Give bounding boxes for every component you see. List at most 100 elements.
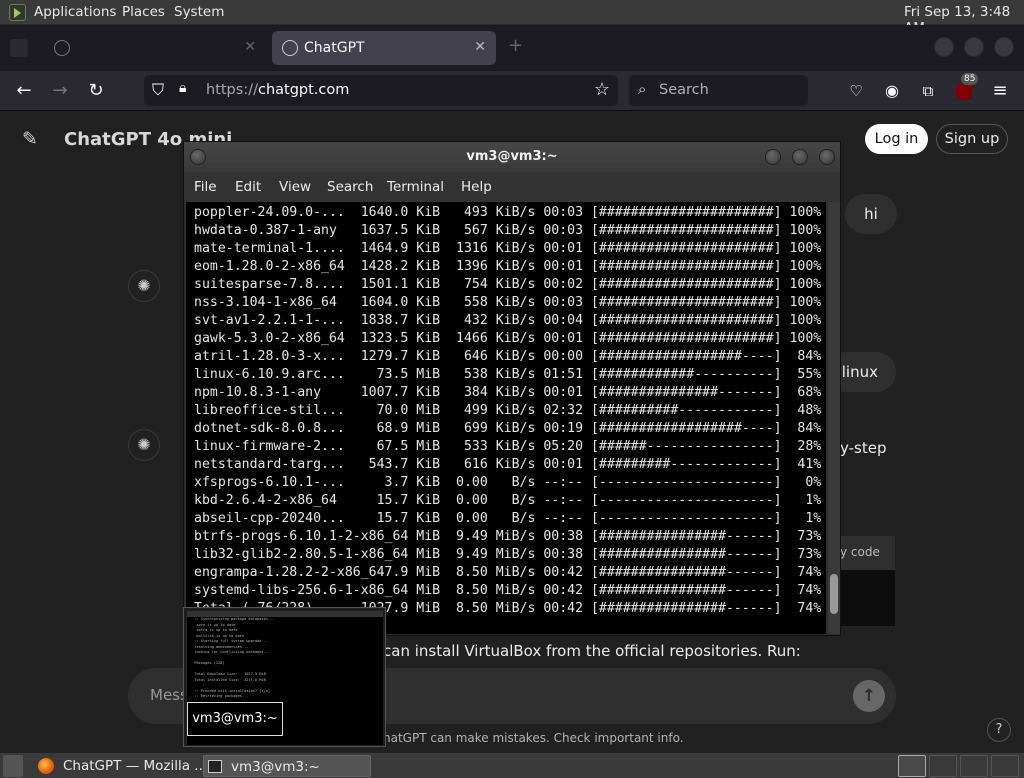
tab-inactive[interactable]: ✕: [44, 31, 266, 65]
back-icon[interactable]: ←: [11, 79, 37, 103]
url-bar[interactable]: ⛉ 🔒︎ https://chatgpt.com ☆: [144, 75, 618, 106]
openai-favicon-icon: [282, 40, 298, 56]
close-tab-icon[interactable]: ✕: [474, 39, 486, 55]
show-desktop-icon[interactable]: [3, 755, 23, 777]
search-placeholder: Search: [659, 82, 709, 98]
terminal-line: npm-10.8.3-1-any 1007.7 KiB 384 KiB/s 00…: [194, 385, 822, 400]
menu-view[interactable]: View: [279, 179, 311, 195]
tab-label: ChatGPT: [304, 40, 365, 56]
terminal-line: lib32-glib2-2.80.5-1-x86_64 MiB 9.49 MiB…: [194, 547, 822, 562]
forward-icon[interactable]: →: [47, 79, 73, 103]
terminal-line: dotnet-sdk-8.0.8... 68.9 MiB 699 KiB/s 0…: [194, 421, 822, 436]
taskbar-item-firefox[interactable]: ChatGPT — Mozilla ...: [34, 755, 207, 777]
bookmark-star-icon[interactable]: ☆: [594, 79, 610, 100]
menu-search[interactable]: Search: [327, 179, 373, 195]
terminal-line: poppler-24.09.0-... 1640.0 KiB 493 KiB/s…: [194, 205, 822, 220]
bottom-taskbar: ChatGPT — Mozilla ... vm3@vm3:~: [0, 752, 1024, 778]
terminal-line: nss-3.104-1-x86_64 1604.0 KiB 558 KiB/s …: [194, 295, 822, 310]
pocket-icon[interactable]: ♡: [843, 79, 869, 103]
terminal-line: xfsprogs-6.10.1-... 3.7 KiB 0.00 B/s --:…: [194, 475, 822, 490]
maximize-icon[interactable]: [964, 37, 984, 57]
terminal-titlebar[interactable]: vm3@vm3:~: [184, 142, 840, 172]
menu-edit[interactable]: Edit: [235, 179, 261, 195]
terminal-line: engrampa-1.28.2-2-x86_647.9 MiB 8.50 MiB…: [194, 565, 822, 580]
terminal-line: libreoffice-stil... 70.0 MiB 499 KiB/s 0…: [194, 403, 822, 418]
minimize-icon[interactable]: [934, 37, 954, 57]
terminal-line: linux-6.10.9.arc... 73.5 MiB 538 KiB/s 0…: [194, 367, 822, 382]
user-message: hi: [845, 194, 897, 234]
account-icon[interactable]: ◉: [879, 79, 905, 103]
app-menu-icon[interactable]: ≡: [987, 79, 1013, 103]
firefox-icon: [38, 758, 54, 774]
terminal-line: netstandard-targ... 543.7 KiB 616 KiB/s …: [194, 457, 822, 472]
taskbar-item-label: vm3@vm3:~: [231, 759, 320, 775]
terminal-line: atril-1.28.0-3-x... 1279.7 KiB 646 KiB/s…: [194, 349, 822, 364]
workspace-1[interactable]: [898, 755, 926, 777]
terminal-line: systemd-libs-256.6-1-x86_64 MiB 8.50 MiB…: [194, 583, 822, 598]
terminal-line: suitesparse-7.8.... 1501.1 KiB 754 KiB/s…: [194, 277, 822, 292]
menu-terminal[interactable]: Terminal: [387, 179, 444, 195]
terminal-title: vm3@vm3:~: [466, 149, 558, 164]
workspace-2[interactable]: [929, 755, 957, 777]
terminal-line: gawk-5.3.0-2-x86_64 1323.5 KiB 1466 KiB/…: [194, 331, 822, 346]
code-block-header: y code: [840, 545, 880, 559]
terminal-output[interactable]: poppler-24.09.0-... 1640.0 KiB 493 KiB/s…: [186, 202, 826, 634]
extensions-icon[interactable]: ⧉: [915, 79, 941, 103]
terminal-line: eom-1.28.0-2-x86_64 1428.2 KiB 1396 KiB/…: [194, 259, 822, 274]
lock-icon[interactable]: 🔒︎: [179, 80, 186, 96]
signup-button[interactable]: Sign up: [936, 124, 1008, 154]
tab-chatgpt[interactable]: ChatGPT ✕: [272, 31, 496, 65]
help-button[interactable]: ?: [987, 718, 1011, 742]
search-icon: ⌕: [638, 80, 647, 98]
assistant-text: can install VirtualBox from the official…: [383, 642, 801, 660]
extension-badge: 85: [961, 73, 979, 85]
terminal-line: hwdata-0.387-1-any 1637.5 KiB 567 KiB/s …: [194, 223, 822, 238]
scrollbar-thumb[interactable]: [830, 574, 838, 614]
reload-icon[interactable]: ↻: [83, 79, 109, 103]
terminal-icon: [208, 760, 222, 773]
window-menu-icon[interactable]: [190, 149, 206, 165]
minimize-icon[interactable]: [765, 149, 781, 165]
menu-system[interactable]: System: [174, 4, 224, 20]
menu-applications[interactable]: Applications: [34, 4, 116, 20]
top-panel: Applications Places System Fri Sep 13, 3…: [0, 0, 1024, 36]
assistant-avatar-icon: ✺: [128, 429, 160, 461]
workspace-4[interactable]: [991, 755, 1019, 777]
terminal-line: mate-terminal-1.... 1464.9 KiB 1316 KiB/…: [194, 241, 822, 256]
taskbar-item-label: ChatGPT — Mozilla ...: [63, 758, 208, 774]
close-window-icon[interactable]: [994, 37, 1014, 57]
tab-strip: ✕ ChatGPT ✕ +: [0, 25, 1024, 71]
shield-icon[interactable]: ⛉: [152, 80, 164, 100]
terminal-line: abseil-cpp-20240... 15.7 KiB 0.00 B/s --…: [194, 511, 822, 526]
terminal-menubar: File Edit View Search Terminal Help: [184, 172, 840, 202]
terminal-window: vm3@vm3:~ File Edit View Search Terminal…: [183, 141, 841, 636]
menu-help[interactable]: Help: [461, 179, 492, 195]
nav-bar: ← → ↻ ⛉ 🔒︎ https://chatgpt.com ☆ ⌕ Searc…: [0, 71, 1024, 111]
new-tab-icon[interactable]: +: [508, 35, 523, 56]
menu-file[interactable]: File: [194, 179, 217, 195]
system-logo-icon[interactable]: [9, 4, 26, 21]
ublock-icon[interactable]: 85: [951, 73, 979, 103]
workspace-3[interactable]: [960, 755, 988, 777]
preview-label[interactable]: vm3@vm3:~: [187, 702, 283, 736]
terminal-line: linux-firmware-2... 67.5 MiB 533 KiB/s 0…: [194, 439, 822, 454]
maximize-icon[interactable]: [792, 149, 808, 165]
terminal-scrollbar[interactable]: [828, 202, 840, 634]
assistant-avatar-icon: ✺: [128, 270, 160, 302]
search-bar[interactable]: ⌕ Search: [629, 75, 808, 106]
terminal-line: btrfs-progs-6.10.1-2-x86_64 MiB 9.49 MiB…: [194, 529, 822, 544]
send-icon[interactable]: ↑: [853, 680, 885, 712]
login-button[interactable]: Log in: [865, 124, 928, 154]
menu-places[interactable]: Places: [122, 4, 165, 20]
terminal-line: svt-av1-2.2.1-1-... 1838.7 KiB 432 KiB/s…: [194, 313, 822, 328]
assistant-text-fragment: y-step: [840, 439, 887, 457]
tab-favicon-icon: [54, 40, 70, 56]
terminal-line: kbd-2.6.4-2-x86_64 15.7 KiB 0.00 B/s --:…: [194, 493, 822, 508]
url-text[interactable]: https://chatgpt.com: [206, 82, 349, 98]
close-icon[interactable]: [819, 149, 835, 165]
close-tab-icon[interactable]: ✕: [244, 39, 256, 55]
firefox-view-icon[interactable]: [10, 39, 28, 57]
disclaimer: hatGPT can make mistakes. Check importan…: [383, 731, 684, 745]
new-chat-icon[interactable]: ✎: [22, 128, 38, 150]
taskbar-item-terminal[interactable]: vm3@vm3:~: [203, 755, 371, 777]
